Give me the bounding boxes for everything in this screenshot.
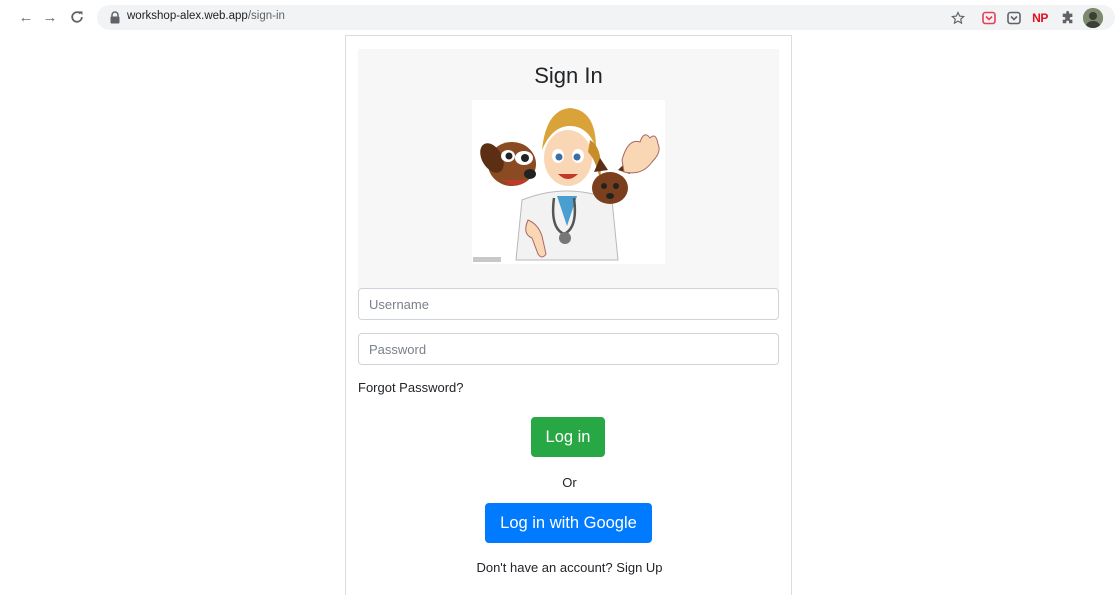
star-glyph bbox=[951, 11, 965, 25]
reload-icon[interactable] bbox=[67, 7, 87, 27]
pocket-save-icon[interactable] bbox=[1006, 9, 1022, 27]
sign-in-card: Sign In Username Forgot Password? Log in… bbox=[345, 35, 792, 595]
pocket-icon[interactable] bbox=[981, 9, 997, 27]
star-icon[interactable] bbox=[949, 9, 967, 27]
vet-cartoon-image bbox=[472, 100, 665, 264]
avatar[interactable] bbox=[1083, 8, 1103, 28]
card-header: Sign In bbox=[358, 49, 779, 289]
forgot-password-link[interactable]: Forgot Password? bbox=[358, 380, 464, 395]
reload-glyph bbox=[71, 11, 83, 23]
puzzle-glyph bbox=[1062, 11, 1073, 24]
avatar-glyph bbox=[1083, 8, 1103, 28]
signup-link[interactable]: Sign Up bbox=[616, 560, 662, 575]
page-title: Sign In bbox=[534, 63, 603, 88]
pocket-glyph-gray bbox=[1007, 11, 1021, 25]
forward-icon[interactable]: → bbox=[40, 7, 60, 27]
lock-icon bbox=[110, 11, 120, 24]
no-account-text: Don't have an account? bbox=[476, 560, 613, 575]
url-path: /sign-in bbox=[247, 10, 285, 22]
signup-prompt: Don't have an account? Sign Up bbox=[346, 560, 793, 575]
url-text[interactable]: workshop-alex.web.app/sign-in bbox=[127, 10, 285, 22]
password-input[interactable] bbox=[358, 333, 779, 365]
browser-toolbar: ← → workshop-alex.web.app/sign-in NP bbox=[0, 0, 1120, 35]
np-extension-icon[interactable]: NP bbox=[1029, 9, 1051, 27]
url-host: workshop-alex.web.app bbox=[127, 10, 248, 22]
puzzle-icon[interactable] bbox=[1059, 9, 1077, 27]
login-button[interactable]: Log in bbox=[531, 417, 605, 457]
pocket-glyph-red bbox=[982, 11, 996, 25]
back-icon[interactable]: ← bbox=[16, 7, 36, 27]
address-bar[interactable]: workshop-alex.web.app/sign-in NP bbox=[97, 5, 1115, 30]
or-separator: Or bbox=[562, 475, 577, 490]
google-login-button[interactable]: Log in with Google bbox=[485, 503, 652, 543]
username-input[interactable] bbox=[358, 288, 779, 320]
stock-watermark bbox=[473, 257, 501, 262]
vet-cartoon-illustration bbox=[480, 108, 660, 261]
